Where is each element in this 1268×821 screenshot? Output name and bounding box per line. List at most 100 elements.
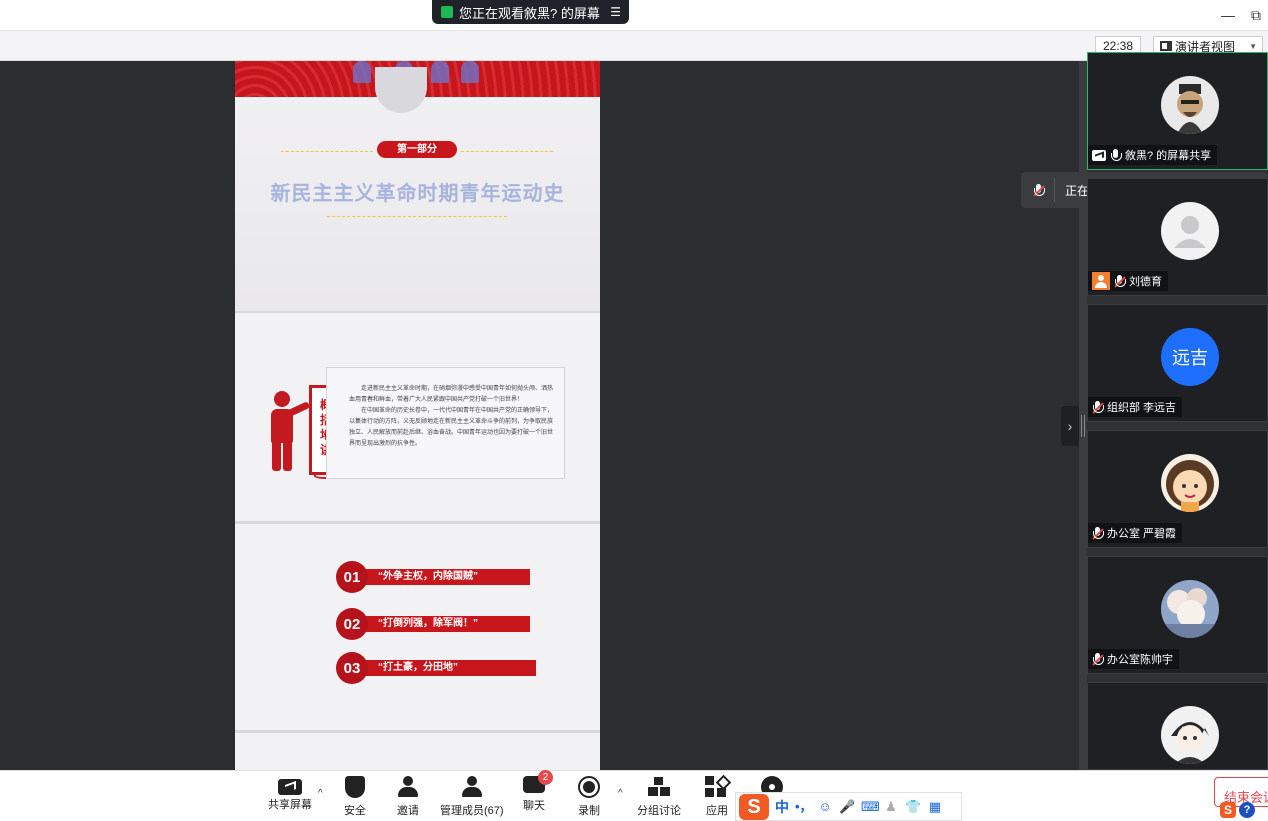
apps-button[interactable]: 应用 <box>705 776 729 818</box>
slide-title: 新民主主义革命时期青年运动史 <box>270 183 565 205</box>
cartoon-girl-avatar <box>1161 454 1219 512</box>
apps-label: 应用 <box>706 805 728 817</box>
breakout-rooms-button[interactable]: 分组讨论 <box>637 776 681 818</box>
key-point-text: “外争主权，内除国贼” <box>362 569 530 585</box>
participant-name: 敘黑? 的屏幕共享 <box>1125 150 1212 162</box>
slide-next <box>235 733 600 770</box>
title-bar <box>0 0 1268 30</box>
shared-screen-stage: 第一部分 新民主主义革命时期青年运动史 概 括 地 讲 走进新民主主义革命 <box>0 61 1079 770</box>
presenter-figure-icon <box>269 391 311 471</box>
manage-members-label: 管理成员(67) <box>440 805 504 817</box>
system-tray: S ? <box>1220 802 1255 818</box>
divider-line <box>461 151 553 152</box>
chat-button[interactable]: 2 聊天 <box>523 770 553 813</box>
screen-share-icon <box>441 6 453 18</box>
shield-icon <box>345 776 365 798</box>
voice-input-icon[interactable]: 🎤 <box>839 799 855 815</box>
drag-grip-icon[interactable] <box>1081 415 1085 437</box>
breakout-groups-icon <box>647 776 671 798</box>
security-button[interactable]: 安全 <box>344 776 366 818</box>
share-screen-icon <box>278 779 302 795</box>
members-icon <box>461 776 483 798</box>
invite-label: 邀请 <box>397 805 419 817</box>
skin-shirt-icon[interactable]: 👕 <box>905 799 921 815</box>
chat-unread-badge: 2 <box>538 770 553 785</box>
cloud-painting-avatar <box>1161 580 1219 638</box>
restore-button[interactable]: ⧉ <box>1245 4 1267 26</box>
collapse-panel-chevron-icon[interactable]: › <box>1061 406 1079 446</box>
share-screen-label: 共享屏幕 <box>268 799 312 811</box>
invite-button[interactable]: 邀请 <box>397 776 419 818</box>
participant-name-tag: 刘德育 <box>1088 271 1168 291</box>
punctuation-toggle[interactable]: •， <box>795 799 813 815</box>
participant-tile[interactable] <box>1087 682 1268 770</box>
viewing-banner[interactable]: 您正在观看敘黑? 的屏幕 ☰ <box>432 0 629 24</box>
panel-splitter[interactable] <box>1079 61 1087 770</box>
apps-icon <box>705 776 729 798</box>
subtitle-line <box>327 216 507 217</box>
muted-microphone-icon <box>1092 526 1104 540</box>
speaker-view-icon <box>1160 41 1172 51</box>
dropdown-caret-icon: ▼ <box>1249 41 1257 51</box>
shared-document[interactable]: 第一部分 新民主主义革命时期青年运动史 概 括 地 讲 走进新民主主义革命 <box>235 61 600 770</box>
keyboard-icon[interactable]: ⌨ <box>861 799 880 815</box>
toolbox-grid-icon[interactable]: ▦ <box>927 799 943 815</box>
record-label: 录制 <box>578 805 600 817</box>
chat-icon: 2 <box>523 770 553 793</box>
microphone-icon <box>1110 148 1122 162</box>
chevron-up-icon[interactable]: ^ <box>318 788 323 799</box>
silhouette-figure <box>353 61 371 83</box>
key-point-number: 01 <box>336 561 368 593</box>
participant-tile[interactable]: 办公室 严碧霞 <box>1087 430 1268 548</box>
minimize-button[interactable]: — <box>1217 4 1239 26</box>
user-icon[interactable]: ♟ <box>883 799 899 815</box>
chevron-up-icon[interactable]: ^ <box>618 788 623 799</box>
sogou-tray-icon[interactable]: S <box>1220 802 1236 818</box>
muted-microphone-icon <box>1092 652 1104 666</box>
security-label: 安全 <box>344 805 366 817</box>
participant-name: 办公室 严碧霞 <box>1107 528 1177 540</box>
participant-name: 刘德育 <box>1129 276 1162 288</box>
manage-members-button[interactable]: 管理成员(67) <box>440 776 504 818</box>
muted-microphone-icon <box>1033 183 1045 197</box>
participant-name-tag: 办公室陈帅宇 <box>1088 649 1179 669</box>
key-point-text: “打倒列强，除军阀！” <box>362 616 530 632</box>
participant-tile[interactable]: 办公室陈帅宇 <box>1087 556 1268 674</box>
participant-name: 组织部 李远吉 <box>1107 402 1177 414</box>
cartoon-man-avatar <box>1161 76 1219 134</box>
slide-key-points: 01 “外争主权，内除国贼” 02 “打倒列强，除军阀！” 03 “打土豪，分田… <box>235 524 600 730</box>
overview-paragraph: 走进新民主主义革命时期，在硝烟弥漫中感受中国青年如何抛头颅、洒热血用青春和鲜血，… <box>349 386 554 403</box>
participant-tile[interactable]: 敘黑? 的屏幕共享 <box>1087 52 1268 170</box>
silhouette-figure <box>461 61 479 83</box>
emoji-icon[interactable]: ☺ <box>817 799 833 815</box>
breakout-label: 分组讨论 <box>637 805 681 817</box>
ime-mode-toggle[interactable]: 中 <box>775 797 789 817</box>
decorative-circle <box>375 67 427 113</box>
record-icon <box>578 776 600 798</box>
participant-name-tag: 组织部 李远吉 <box>1088 397 1183 417</box>
sogou-logo-icon[interactable]: S <box>739 793 769 820</box>
help-icon[interactable]: ? <box>1239 802 1255 818</box>
record-button[interactable]: 录制 <box>578 776 600 818</box>
part-label: 第一部分 <box>377 141 457 158</box>
participant-name: 办公室陈帅宇 <box>1107 654 1173 666</box>
key-point-number: 03 <box>336 652 368 684</box>
ime-toolbar[interactable]: S 中 •， ☺ 🎤 ⌨ ♟ 👕 ▦ <box>735 792 962 821</box>
participant-tile[interactable]: 远吉 组织部 李远吉 <box>1087 304 1268 422</box>
key-point: 01 “外争主权，内除国贼” <box>336 561 530 593</box>
menu-icon[interactable]: ☰ <box>610 5 621 19</box>
chat-label: 聊天 <box>523 800 545 812</box>
key-point-number: 02 <box>336 608 368 640</box>
meeting-toolbar <box>0 770 1268 821</box>
overview-text-box: 走进新民主主义革命时期，在硝烟弥漫中感受中国青年如何抛头颅、洒热血用青春和鲜血，… <box>326 367 565 479</box>
silhouette-figure <box>431 61 449 83</box>
share-screen-button[interactable]: 共享屏幕 <box>268 776 312 812</box>
participant-tile[interactable]: 刘德育 <box>1087 178 1268 296</box>
host-person-icon <box>1092 272 1110 290</box>
participant-name-tag: 敘黑? 的屏幕共享 <box>1088 145 1218 165</box>
viewing-banner-text: 您正在观看敘黑? 的屏幕 <box>459 5 600 21</box>
default-avatar <box>1161 202 1219 260</box>
overview-paragraph: 在中国革命的历史长卷中，一代代中国青年在中国共产党的正确领导下，以集体行动的方阵… <box>349 408 554 447</box>
divider-line <box>281 151 373 152</box>
meeting-info-bar <box>0 30 1268 61</box>
